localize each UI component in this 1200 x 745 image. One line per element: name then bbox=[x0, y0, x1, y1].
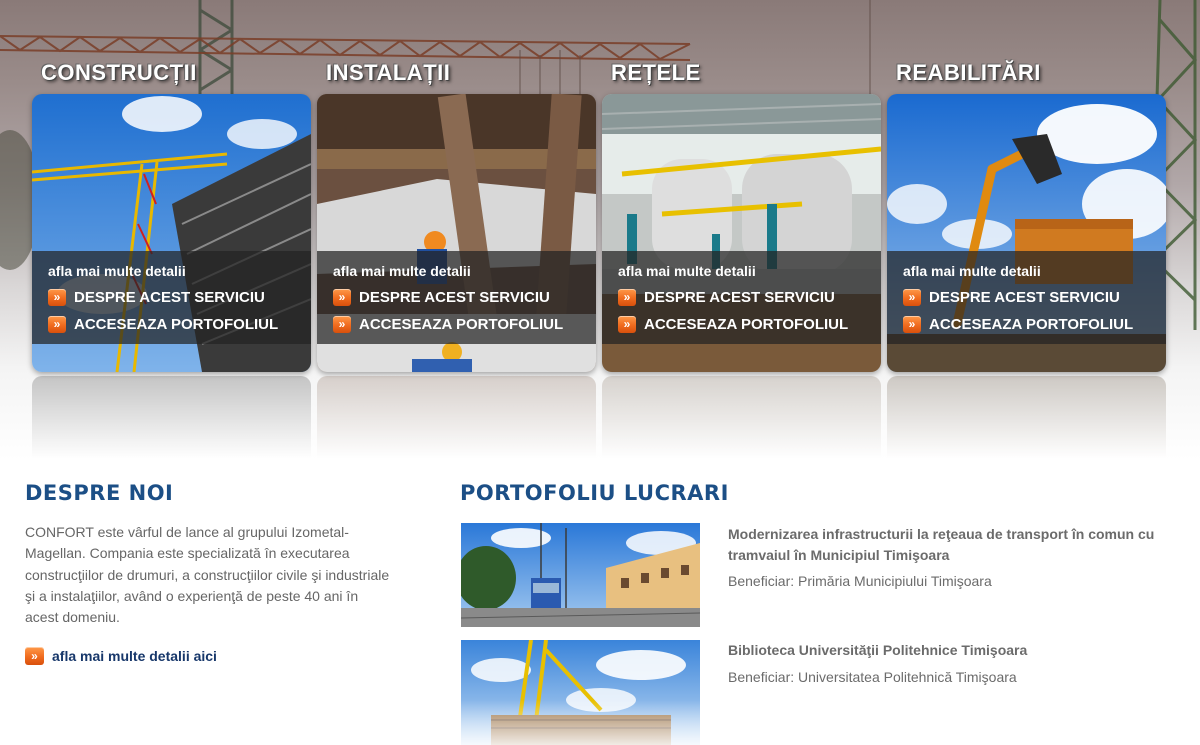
more-details-label: afla mai multe detalii bbox=[333, 263, 471, 279]
about-service-link[interactable]: » DESPRE ACEST SERVICIU bbox=[333, 287, 550, 307]
double-chevron-right-icon: » bbox=[48, 315, 66, 333]
card-reflection bbox=[32, 376, 311, 458]
portfolio-item-beneficiary: Beneficiar: Primăria Municipiului Timişo… bbox=[728, 573, 992, 589]
more-details-label: afla mai multe detalii bbox=[48, 263, 186, 279]
double-chevron-right-icon: » bbox=[333, 288, 351, 306]
portfolio-link[interactable]: » ACCESEAZA PORTOFOLIUL bbox=[48, 314, 278, 334]
portfolio-thumbnail-library[interactable] bbox=[461, 640, 700, 745]
card-reflection bbox=[602, 376, 881, 458]
service-card-reabilitari[interactable]: afla mai multe detalii » DESPRE ACEST SE… bbox=[887, 94, 1166, 372]
library-crane-photo bbox=[461, 640, 700, 745]
about-more-link[interactable]: » afla mai multe detalii aici bbox=[25, 647, 217, 665]
portfolio-link[interactable]: » ACCESEAZA PORTOFOLIUL bbox=[618, 314, 848, 334]
double-chevron-right-icon: » bbox=[903, 315, 921, 333]
hero-banner: CONSTRUCȚII INSTALAȚII REȚELE REABILITĂR… bbox=[0, 0, 1200, 460]
service-title-retele[interactable]: REȚELE bbox=[611, 60, 701, 86]
portfolio-label: ACCESEAZA PORTOFOLIUL bbox=[929, 315, 1134, 333]
tram-photo bbox=[461, 523, 700, 627]
double-chevron-right-icon: » bbox=[903, 288, 921, 306]
double-chevron-right-icon: » bbox=[48, 288, 66, 306]
service-card-instalatii[interactable]: afla mai multe detalii » DESPRE ACEST SE… bbox=[317, 94, 596, 372]
double-chevron-right-icon: » bbox=[25, 647, 44, 665]
about-text: CONFORT este vârful de lance al grupului… bbox=[25, 524, 390, 626]
card-reflection bbox=[317, 376, 596, 458]
portfolio-heading: PORTOFOLIU LUCRARI bbox=[460, 481, 729, 505]
portfolio-link[interactable]: » ACCESEAZA PORTOFOLIUL bbox=[903, 314, 1133, 334]
service-title-instalatii[interactable]: INSTALAȚII bbox=[326, 60, 450, 86]
double-chevron-right-icon: » bbox=[333, 315, 351, 333]
about-service-label: DESPRE ACEST SERVICIU bbox=[644, 288, 835, 306]
about-service-label: DESPRE ACEST SERVICIU bbox=[929, 288, 1120, 306]
about-service-link[interactable]: » DESPRE ACEST SERVICIU bbox=[618, 287, 835, 307]
more-details-label: afla mai multe detalii bbox=[903, 263, 1041, 279]
portfolio-label: ACCESEAZA PORTOFOLIUL bbox=[74, 315, 279, 333]
more-details-label: afla mai multe detalii bbox=[618, 263, 756, 279]
double-chevron-right-icon: » bbox=[618, 315, 636, 333]
about-service-link[interactable]: » DESPRE ACEST SERVICIU bbox=[903, 287, 1120, 307]
portfolio-link[interactable]: » ACCESEAZA PORTOFOLIUL bbox=[333, 314, 563, 334]
about-more-label: afla mai multe detalii aici bbox=[52, 648, 217, 664]
card-reflection bbox=[887, 376, 1166, 458]
service-card-constructii[interactable]: afla mai multe detalii » DESPRE ACEST SE… bbox=[32, 94, 311, 372]
portfolio-item-title[interactable]: Modernizarea infrastructurii la reţeaua … bbox=[728, 524, 1168, 566]
about-service-label: DESPRE ACEST SERVICIU bbox=[359, 288, 550, 306]
about-heading: DESPRE NOI bbox=[25, 481, 174, 505]
portfolio-item-beneficiary: Beneficiar: Universitatea Politehnică Ti… bbox=[728, 669, 1017, 685]
portfolio-item-title[interactable]: Biblioteca Universităţii Politehnice Tim… bbox=[728, 640, 1168, 661]
about-service-label: DESPRE ACEST SERVICIU bbox=[74, 288, 265, 306]
portfolio-label: ACCESEAZA PORTOFOLIUL bbox=[644, 315, 849, 333]
portfolio-thumbnail-tram[interactable] bbox=[461, 523, 700, 627]
portfolio-label: ACCESEAZA PORTOFOLIUL bbox=[359, 315, 564, 333]
double-chevron-right-icon: » bbox=[618, 288, 636, 306]
service-title-constructii[interactable]: CONSTRUCȚII bbox=[41, 60, 197, 86]
about-service-link[interactable]: » DESPRE ACEST SERVICIU bbox=[48, 287, 265, 307]
service-title-reabilitari[interactable]: REABILITĂRI bbox=[896, 60, 1041, 86]
service-card-retele[interactable]: afla mai multe detalii » DESPRE ACEST SE… bbox=[602, 94, 881, 372]
